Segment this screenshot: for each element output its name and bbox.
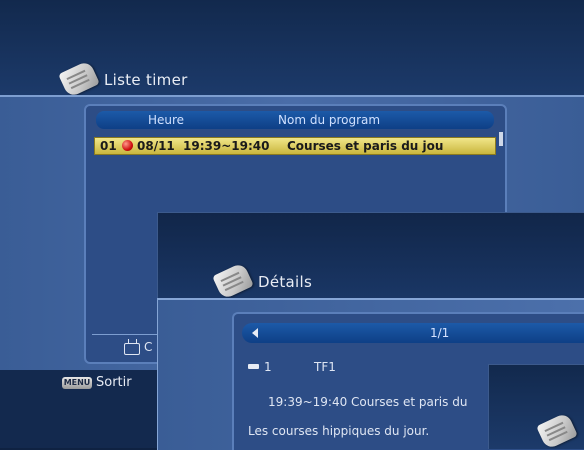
timer-list-title: Liste timer xyxy=(104,71,188,89)
timer-row-program: Courses et paris du jou xyxy=(287,139,444,153)
list-scrollbar[interactable] xyxy=(499,132,503,146)
channel-name: TF1 xyxy=(314,360,336,374)
tv-icon xyxy=(124,343,140,355)
timer-row-index: 01 xyxy=(100,139,117,153)
column-header-program: Nom du program xyxy=(278,113,381,127)
menu-key-icon[interactable]: MENU xyxy=(62,377,92,389)
exit-label[interactable]: Sortir xyxy=(96,375,132,390)
timer-row-selected[interactable]: 01 08/11 19:39~19:40 Courses et paris du… xyxy=(94,137,496,155)
left-arrow-icon[interactable] xyxy=(252,328,258,338)
program-description: Les courses hippiques du jour. xyxy=(248,424,430,438)
channel-number: 1 xyxy=(264,360,272,374)
program-time-line: 19:39~19:40 Courses et paris du xyxy=(268,395,468,409)
list-hint-label: C xyxy=(144,340,153,354)
column-header-time: Heure xyxy=(148,113,185,127)
timer-list-header: Heure Nom du program xyxy=(96,111,494,129)
timer-row-time: 19:39~19:40 xyxy=(183,139,270,153)
record-icon xyxy=(122,140,133,151)
details-page-bar: 1/1 xyxy=(242,323,584,343)
list-divider xyxy=(92,334,164,335)
timer-row-date: 08/11 xyxy=(137,139,175,153)
channel-icon xyxy=(248,364,259,369)
page-indicator: 1/1 xyxy=(430,326,450,340)
details-title: Détails xyxy=(258,273,313,291)
